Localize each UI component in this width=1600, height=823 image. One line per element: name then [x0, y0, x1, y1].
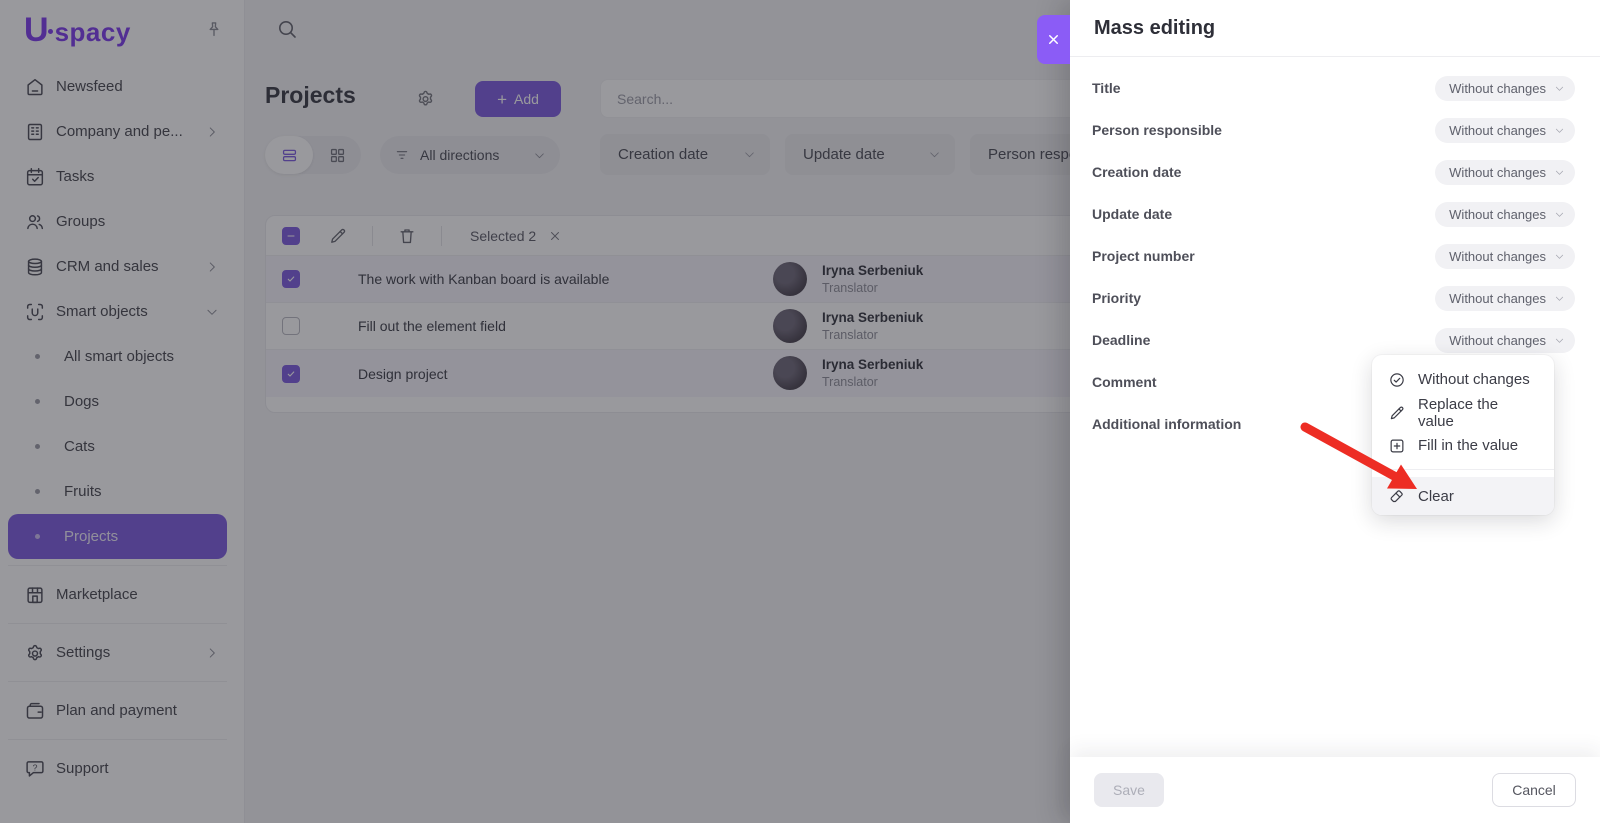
- field-mode-value: Without changes: [1449, 81, 1546, 96]
- close-panel-button[interactable]: [1037, 15, 1070, 64]
- chevron-down-icon: [1554, 125, 1565, 136]
- menu-item-without-changes[interactable]: Without changes: [1372, 363, 1554, 396]
- menu-item-clear[interactable]: Clear: [1372, 477, 1554, 515]
- app-root: U spacy Newsfeed Company and pe... Tasks: [0, 0, 1600, 823]
- plus-square-icon: [1388, 437, 1406, 455]
- cancel-button[interactable]: Cancel: [1492, 773, 1576, 807]
- chevron-down-icon: [1554, 167, 1565, 178]
- field-mode-value: Without changes: [1449, 207, 1546, 222]
- panel-title: Mass editing: [1094, 17, 1215, 40]
- modal-dim-overlay: [0, 0, 1070, 823]
- chevron-down-icon: [1554, 251, 1565, 262]
- chevron-down-icon: [1554, 293, 1565, 304]
- field-row-title: Title Without changes: [1070, 67, 1600, 109]
- field-label: Deadline: [1092, 332, 1150, 348]
- field-row-update-date: Update date Without changes: [1070, 193, 1600, 235]
- field-mode-select[interactable]: Without changes: [1435, 76, 1575, 101]
- pencil-icon: [1388, 404, 1406, 422]
- close-icon: [1046, 32, 1061, 47]
- field-label: Title: [1092, 80, 1121, 96]
- panel-header: Mass editing: [1070, 0, 1600, 57]
- field-row-person-responsible: Person responsible Without changes: [1070, 109, 1600, 151]
- menu-item-fill-in-the-value[interactable]: Fill in the value: [1372, 429, 1554, 462]
- field-label: Update date: [1092, 206, 1172, 222]
- menu-divider: [1372, 469, 1554, 470]
- field-mode-value: Without changes: [1449, 165, 1546, 180]
- field-mode-select[interactable]: Without changes: [1435, 202, 1575, 227]
- field-mode-dropdown-menu: Without changes Replace the value Fill i…: [1372, 355, 1554, 515]
- panel-footer: Save Cancel: [1070, 757, 1600, 823]
- menu-item-label: Clear: [1418, 488, 1454, 505]
- chevron-down-icon: [1554, 83, 1565, 94]
- field-label: Additional information: [1092, 416, 1241, 432]
- eraser-icon: [1388, 487, 1406, 505]
- field-mode-select[interactable]: Without changes: [1435, 286, 1575, 311]
- menu-item-replace-the-value[interactable]: Replace the value: [1372, 396, 1554, 429]
- menu-item-label: Without changes: [1418, 371, 1530, 388]
- field-label: Comment: [1092, 374, 1157, 390]
- field-label: Person responsible: [1092, 122, 1222, 138]
- field-mode-select[interactable]: Without changes: [1435, 328, 1575, 353]
- field-row-project-number: Project number Without changes: [1070, 235, 1600, 277]
- field-mode-value: Without changes: [1449, 249, 1546, 264]
- field-mode-value: Without changes: [1449, 123, 1546, 138]
- field-mode-select[interactable]: Without changes: [1435, 160, 1575, 185]
- save-button[interactable]: Save: [1094, 773, 1164, 807]
- chevron-down-icon: [1554, 209, 1565, 220]
- field-mode-select[interactable]: Without changes: [1435, 118, 1575, 143]
- field-label: Project number: [1092, 248, 1195, 264]
- field-row-creation-date: Creation date Without changes: [1070, 151, 1600, 193]
- menu-item-label: Replace the value: [1418, 396, 1538, 430]
- chevron-down-icon: [1554, 335, 1565, 346]
- field-row-priority: Priority Without changes: [1070, 277, 1600, 319]
- field-mode-select[interactable]: Without changes: [1435, 244, 1575, 269]
- field-label: Priority: [1092, 290, 1141, 306]
- field-mode-value: Without changes: [1449, 333, 1546, 348]
- field-label: Creation date: [1092, 164, 1181, 180]
- field-mode-value: Without changes: [1449, 291, 1546, 306]
- menu-item-label: Fill in the value: [1418, 437, 1518, 454]
- check-circle-icon: [1388, 371, 1406, 389]
